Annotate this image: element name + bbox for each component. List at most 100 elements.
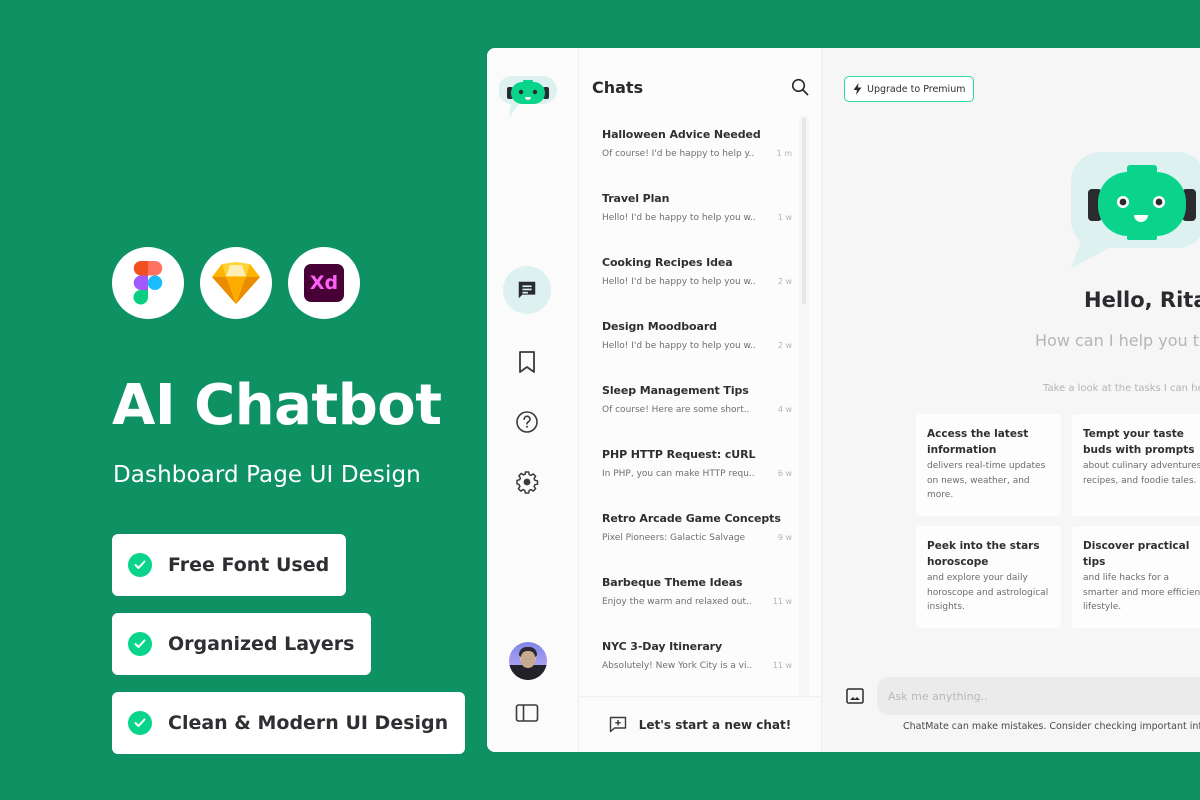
chat-time: 2 w: [777, 277, 792, 286]
feature-label: Free Font Used: [168, 554, 330, 576]
new-chat-button[interactable]: Let's start a new chat!: [579, 696, 821, 752]
suggestion-cards: Access the latest information delivers r…: [916, 414, 1200, 628]
figma-logo-badge: [112, 247, 184, 319]
sidebar-toggle-icon: [515, 704, 539, 722]
chat-preview: Enjoy the warm and relaxed out..: [602, 597, 752, 607]
upgrade-label: Upgrade to Premium: [867, 83, 966, 95]
chat-time: 11 w: [772, 661, 792, 670]
chat-title: Cooking Recipes Idea: [602, 256, 733, 269]
chat-time: 6 w: [777, 469, 792, 478]
chat-icon: [518, 281, 536, 299]
chat-list-item[interactable]: Barbeque Theme Ideas Enjoy the warm and …: [602, 576, 792, 640]
xd-logo-badge: Xd: [288, 247, 360, 319]
chat-time: 1 m: [776, 149, 792, 158]
chat-preview: Absolutely! New York City is a vi..: [602, 661, 753, 671]
check-circle-icon: [128, 632, 152, 656]
avatar[interactable]: [509, 642, 547, 680]
feature-list: Free Font Used Organized Layers Clean & …: [112, 534, 466, 754]
suggestion-card[interactable]: Peek into the stars horoscope and explor…: [916, 526, 1061, 628]
chat-preview: Hello! I'd be happy to help you w..: [602, 213, 756, 223]
chat-list-item[interactable]: PHP HTTP Request: cURL In PHP, you can m…: [602, 448, 792, 512]
chat-time: 4 w: [777, 405, 792, 414]
card-title: Peek into the stars horoscope: [927, 540, 1040, 568]
search-button[interactable]: [791, 78, 809, 100]
check-circle-icon: [128, 711, 152, 735]
card-description: delivers real-time updates on news, weat…: [927, 461, 1046, 500]
chat-time: 11 w: [772, 597, 792, 606]
help-subheading: How can I help you today?: [1035, 331, 1200, 350]
sketch-icon: [212, 262, 260, 304]
feature-badge: Clean & Modern UI Design: [112, 692, 466, 754]
chat-list-item[interactable]: Cooking Recipes Idea Hello! I'd be happy…: [602, 256, 792, 320]
chat-list-item[interactable]: Travel Plan Hello! I'd be happy to help …: [602, 192, 792, 256]
chat-preview: Of course! Here are some short..: [602, 405, 750, 415]
chat-preview: Hello! I'd be happy to help you w..: [602, 341, 756, 351]
disclaimer-text: ChatMate can make mistakes. Consider che…: [903, 721, 1200, 732]
suggestion-card[interactable]: Tempt your taste buds with prompts about…: [1072, 414, 1200, 516]
robot-logo[interactable]: [497, 74, 557, 124]
chat-title: PHP HTTP Request: cURL: [602, 448, 756, 461]
sidebar-toggle-button[interactable]: [503, 689, 551, 737]
robot-illustration: [1070, 140, 1200, 274]
xd-icon: Xd: [304, 264, 344, 302]
chat-list-item[interactable]: Halloween Advice Needed Of course! I'd b…: [602, 128, 792, 192]
nav-help[interactable]: [503, 398, 551, 446]
feature-badge: Free Font Used: [112, 534, 347, 596]
suggestion-card[interactable]: Access the latest information delivers r…: [916, 414, 1061, 516]
gear-icon: [516, 471, 539, 494]
chat-preview: Pixel Pioneers: Galactic Salvage: [602, 533, 746, 543]
chat-list-title: Chats: [592, 78, 644, 97]
chat-title: NYC 3-Day Itinerary: [602, 640, 723, 653]
tasks-hint: Take a look at the tasks I can help you …: [1043, 383, 1200, 394]
chat-input[interactable]: [877, 677, 1200, 715]
chat-list-panel: Chats Halloween Advice Needed Of course!…: [579, 48, 822, 752]
upgrade-button[interactable]: Upgrade to Premium: [844, 76, 975, 102]
card-description: and explore your daily horoscope and ast…: [927, 573, 1049, 612]
chat-preview: Of course! I'd be happy to help y..: [602, 149, 755, 159]
chat-title: Travel Plan: [602, 192, 670, 205]
nav-chats[interactable]: [503, 266, 551, 314]
suggestion-card[interactable]: Discover practical tips and life hacks f…: [1072, 526, 1200, 628]
card-title: Discover practical tips: [1083, 540, 1190, 568]
check-circle-icon: [128, 553, 152, 577]
chat-time: 9 w: [777, 533, 792, 542]
chat-title: Design Moodboard: [602, 320, 717, 333]
new-chat-icon: [609, 716, 626, 733]
sidebar-rail: [487, 48, 579, 752]
search-icon: [791, 78, 809, 96]
chat-preview: In PHP, you can make HTTP requ..: [602, 469, 755, 479]
card-description: about culinary adventures, recipes, and …: [1083, 461, 1200, 486]
card-description: and life hacks for a smarter and more ef…: [1083, 573, 1200, 612]
card-title: Access the latest information: [927, 428, 1029, 456]
nav-settings[interactable]: [503, 458, 551, 506]
tool-logos: Xd: [112, 247, 360, 319]
chat-title: Halloween Advice Needed: [602, 128, 761, 141]
chat-title: Retro Arcade Game Concepts: [602, 512, 781, 525]
new-chat-label: Let's start a new chat!: [638, 717, 792, 732]
chat-items: Halloween Advice Needed Of course! I'd b…: [602, 128, 792, 704]
chat-title: Barbeque Theme Ideas: [602, 576, 743, 589]
scrollbar-thumb[interactable]: [802, 118, 806, 304]
attach-image-button[interactable]: [846, 688, 864, 708]
help-icon: [516, 411, 538, 433]
chat-list-item[interactable]: Retro Arcade Game Concepts Pixel Pioneer…: [602, 512, 792, 576]
chat-time: 2 w: [777, 341, 792, 350]
promo-title: AI Chatbot: [112, 373, 442, 438]
chat-time: 1 w: [777, 213, 792, 222]
chat-title: Sleep Management Tips: [602, 384, 749, 397]
sketch-logo-badge: [200, 247, 272, 319]
figma-icon: [133, 261, 163, 305]
nav-saved[interactable]: [503, 338, 551, 386]
image-icon: [846, 688, 864, 704]
chat-list-item[interactable]: Sleep Management Tips Of course! Here ar…: [602, 384, 792, 448]
chat-list-item[interactable]: NYC 3-Day Itinerary Absolutely! New York…: [602, 640, 792, 704]
feature-badge: Organized Layers: [112, 613, 372, 675]
chat-preview: Hello! I'd be happy to help you w..: [602, 277, 756, 287]
main-area: Upgrade to Premium Hello, Rita! How can …: [822, 48, 1200, 752]
greeting-heading: Hello, Rita!: [1084, 288, 1200, 312]
bookmark-icon: [519, 351, 535, 373]
feature-label: Organized Layers: [168, 633, 355, 655]
card-title: Tempt your taste buds with prompts: [1083, 428, 1195, 456]
chat-list-item[interactable]: Design Moodboard Hello! I'd be happy to …: [602, 320, 792, 384]
feature-label: Clean & Modern UI Design: [168, 712, 449, 734]
